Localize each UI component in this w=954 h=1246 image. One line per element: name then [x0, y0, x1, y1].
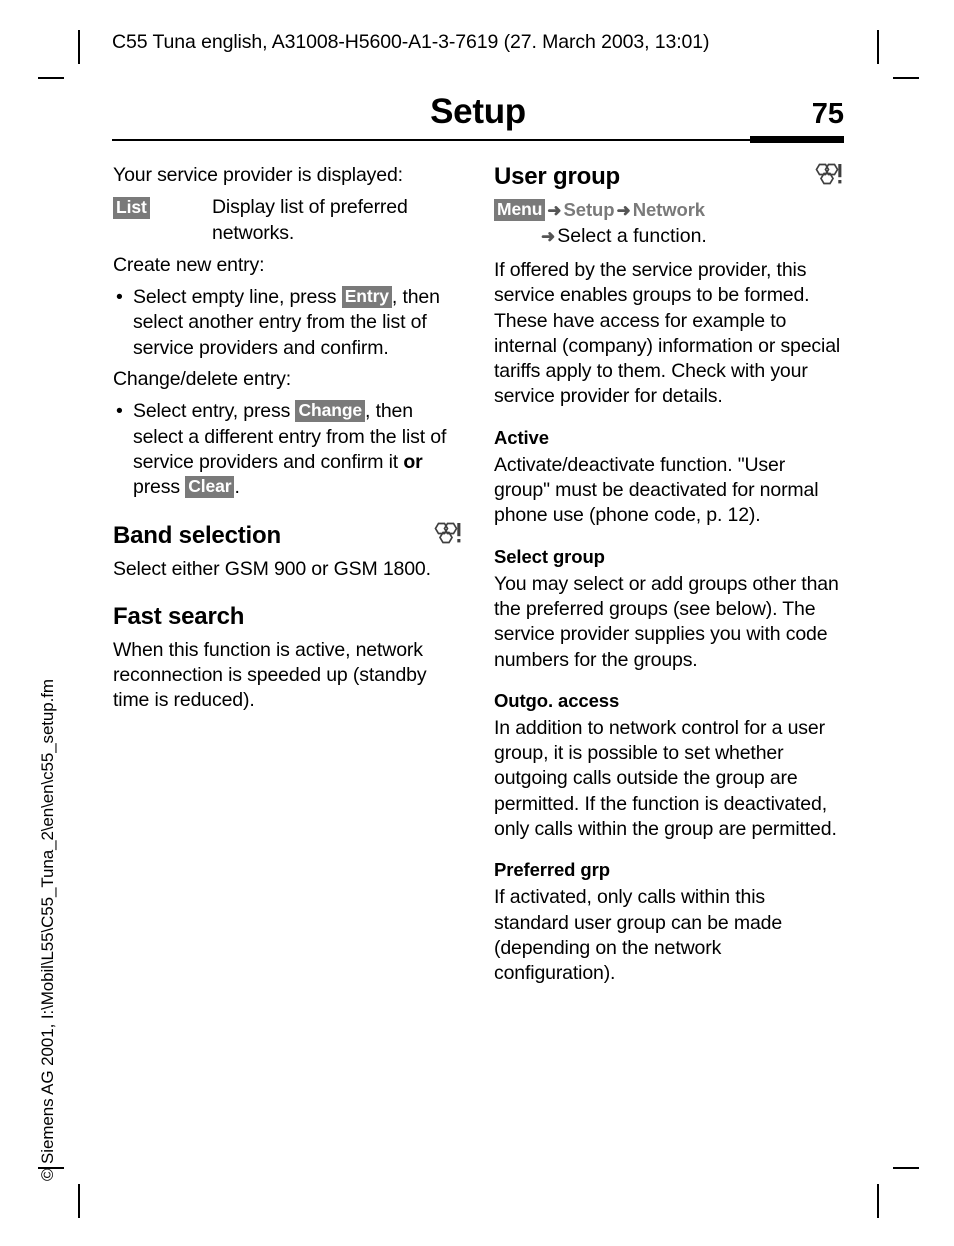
crop-mark-bottom-right-vertical — [877, 1184, 879, 1218]
page-title: Setup — [430, 92, 526, 131]
spine-copyright-note: © Siemens AG 2001, I:\Mobil\L55\C55_Tuna… — [38, 679, 57, 1181]
keycap-entry[interactable]: Entry — [341, 286, 392, 309]
section-heading-band-selection: Band selection — [113, 522, 461, 550]
crop-mark-top-left-vertical — [78, 30, 80, 64]
fast-search-body: When this function is active, network re… — [113, 638, 427, 712]
user-group-picto — [811, 163, 842, 191]
change-bullet-part3: press — [133, 476, 186, 499]
breadcrumb-line-1: Menu ➜ Setup ➜ Network — [494, 198, 842, 223]
outgo-access-body: In addition to network control for a use… — [494, 716, 837, 841]
preferred-grp-body: If activated, only calls within this sta… — [494, 886, 783, 985]
subsection-heading-outgo-access: Outgo. access — [494, 689, 620, 711]
keycap-clear[interactable]: Clear — [185, 476, 235, 499]
left-column: Your service provider is displayed: List… — [113, 163, 461, 721]
service-provider-intro: Your service provider is displayed: — [113, 164, 403, 186]
create-bullet-part1: Select empty line, press — [133, 286, 342, 309]
keycap-menu[interactable]: Menu — [494, 199, 546, 221]
user-group-heading-text: User group — [494, 163, 621, 190]
crop-mark-bottom-right-horizontal — [893, 1167, 919, 1169]
crop-mark-bottom-left-vertical — [78, 1184, 80, 1218]
keycap-change[interactable]: Change — [295, 400, 366, 423]
breadcrumb-line-2: ➜ Select a function. — [494, 223, 842, 250]
select-group-body: You may select or add groups other than … — [494, 572, 839, 671]
section-heading-fast-search: Fast search — [113, 603, 461, 631]
active-body: Activate/deactivate function. "User grou… — [494, 453, 819, 527]
right-column: User group Menu ➜ Setup ➜ Network ➜ Select a … — [494, 163, 842, 994]
chevron-right-icon: ➜ — [547, 201, 562, 220]
create-new-entry-label: Create new entry: — [113, 253, 265, 276]
breadcrumb: Menu ➜ Setup ➜ Network ➜ Select a function. — [494, 198, 842, 250]
list-key-cell: List — [113, 195, 212, 246]
chevron-right-icon: ➜ — [541, 227, 556, 246]
page-number: 75 — [811, 98, 844, 130]
fast-search-heading-text: Fast search — [113, 602, 245, 630]
breadcrumb-item-network[interactable]: Network — [633, 199, 705, 220]
header-rule-thick — [750, 136, 844, 143]
crop-mark-top-right-horizontal — [893, 77, 919, 79]
running-head: C55 Tuna english, A31008-H5600-A1-3-7619… — [112, 31, 710, 53]
bullet-dot: • — [116, 400, 123, 423]
change-entry-bullet-text: Select entry, press Change, then select … — [133, 399, 461, 500]
subsection-heading-active: Active — [494, 426, 549, 448]
band-selection-body: Select either GSM 900 or GSM 1800. — [113, 557, 431, 580]
keycap-list[interactable]: List — [113, 197, 150, 220]
crop-mark-top-right-vertical — [877, 30, 879, 64]
bullet-dot: • — [116, 286, 123, 309]
change-bullet-part4: . — [234, 476, 240, 499]
list-key-definition: List Display list of preferred networks. — [113, 195, 461, 246]
breadcrumb-item-setup[interactable]: Setup — [564, 199, 615, 220]
change-bullet-emphasis: or — [403, 450, 423, 473]
header-rule-thin — [112, 139, 844, 141]
user-group-body: If offered by the service provider, this… — [494, 259, 841, 408]
change-bullet-part1: Select entry, press — [133, 400, 296, 423]
change-entry-bullet: • Select entry, press Change, then selec… — [113, 399, 461, 500]
crop-mark-top-left-horizontal — [38, 77, 64, 79]
create-entry-bullet: • Select empty line, press Entry, then s… — [113, 285, 461, 361]
section-heading-user-group: User group — [494, 163, 842, 191]
chevron-right-icon: ➜ — [616, 201, 631, 220]
change-delete-entry-label: Change/delete entry: — [113, 368, 292, 391]
list-key-description: Display list of preferred networks. — [212, 196, 408, 244]
breadcrumb-item-select-function: Select a function. — [557, 225, 707, 247]
create-entry-bullet-text: Select empty line, press Entry, then sel… — [133, 285, 461, 361]
subsection-heading-select-group: Select group — [494, 545, 605, 567]
page-header: Setup 75 — [112, 92, 844, 144]
user-group-picto — [430, 522, 461, 550]
subsection-heading-preferred-grp: Preferred grp — [494, 859, 610, 881]
band-selection-heading-text: Band selection — [113, 521, 281, 549]
